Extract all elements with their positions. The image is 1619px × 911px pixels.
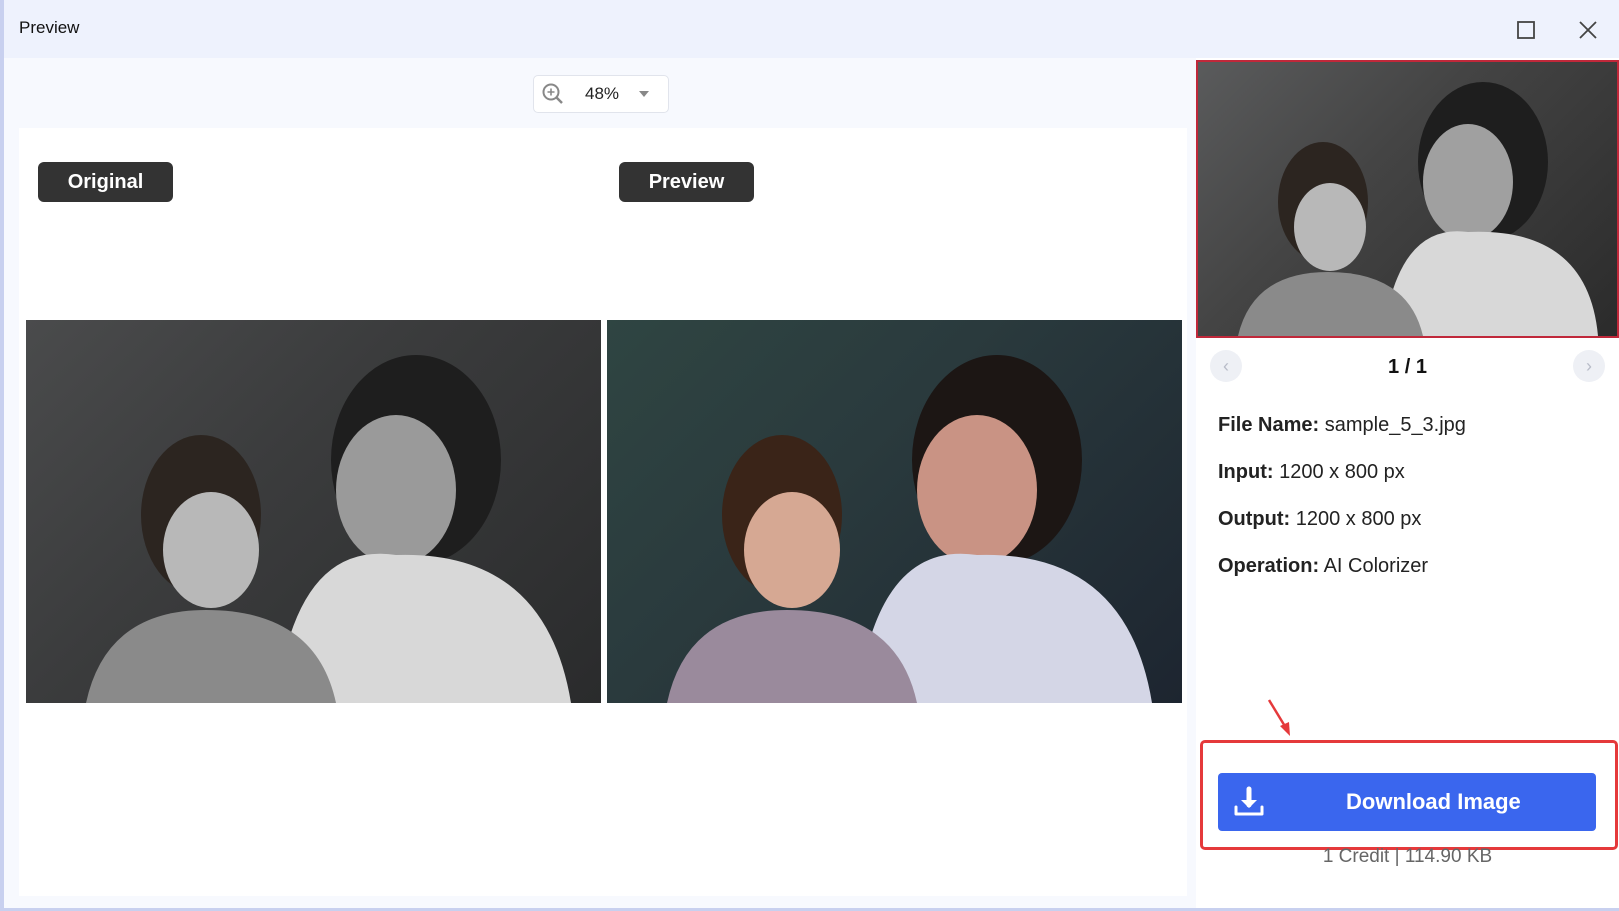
original-label: Original [38,162,173,202]
close-button[interactable] [1574,16,1602,44]
zoom-in-icon [540,81,566,107]
preview-image [607,320,1182,703]
download-label: Download Image [1346,789,1521,814]
info-input: Input: 1200 x 800 px [1218,461,1405,483]
maximize-button[interactable] [1512,16,1540,44]
zoom-value: 48% [585,84,620,103]
file-info: File Name: sample_5_3.jpg Input: 1200 x … [1218,414,1466,602]
original-image [26,320,601,703]
download-image-button[interactable]: Download Image [1218,773,1596,831]
chevron-down-icon [639,91,649,97]
side-panel: ‹ 1 / 1 › File Name: sample_5_3.jpg Inpu… [1196,58,1619,908]
annotation-arrow-icon [1267,699,1290,736]
window-title: Preview [19,18,80,37]
maximize-icon [1517,21,1535,39]
close-icon [1579,21,1597,39]
info-file-name: File Name: sample_5_3.jpg [1218,414,1466,436]
pagination: ‹ 1 / 1 › [1196,350,1619,384]
comparison-canvas: Original Preview [19,128,1187,896]
page-indicator: 1 / 1 [1388,356,1427,378]
chevron-right-icon: › [1586,355,1592,376]
info-output: Output: 1200 x 800 px [1218,508,1422,530]
preview-label: Preview [619,162,754,202]
credit-info: 1 Credit | 114.90 KB [1322,846,1493,867]
title-bar: Preview [4,0,1619,58]
preview-window: Preview 48% Original Preview ‹ 1 / 1 › F… [4,0,1619,908]
info-operation: Operation: AI Colorizer [1218,555,1429,577]
download-icon [1234,786,1264,816]
zoom-dropdown[interactable]: 48% [533,75,669,113]
thumbnail-selected[interactable] [1196,60,1619,338]
next-page-button[interactable]: › [1573,350,1605,382]
